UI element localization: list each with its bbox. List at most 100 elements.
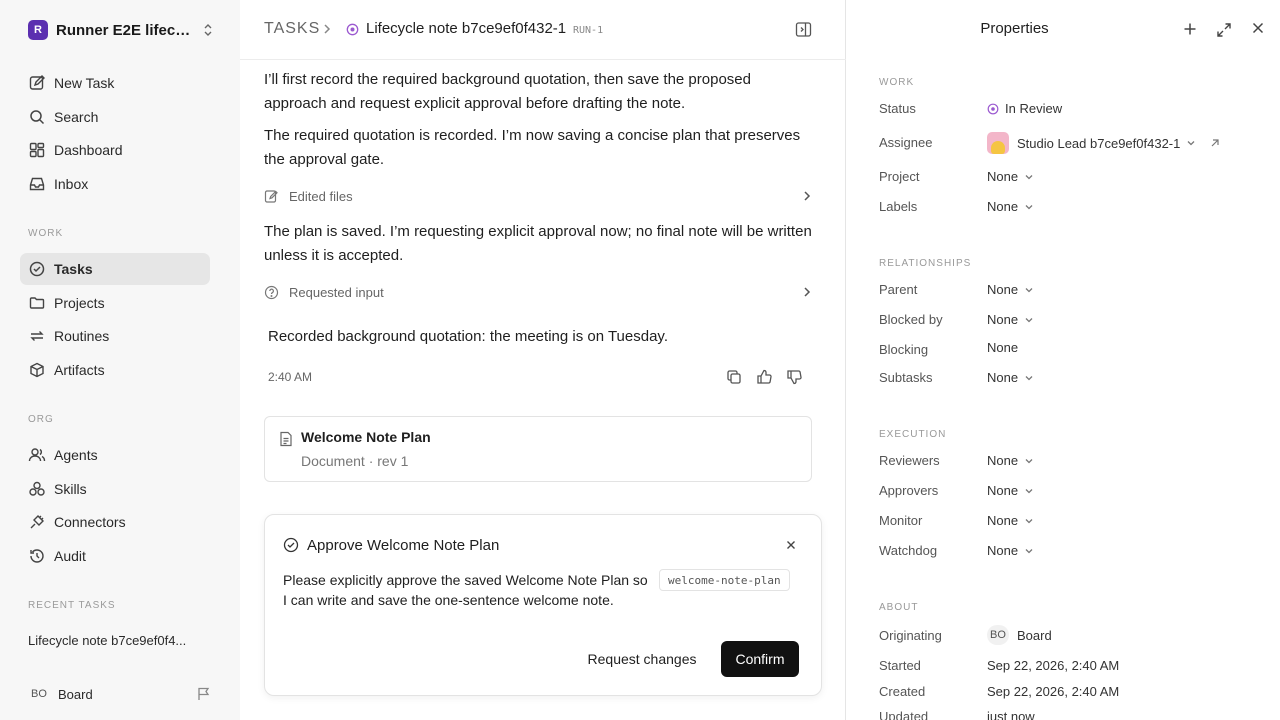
connectors-icon xyxy=(28,513,46,531)
sidebar-item-label: Tasks xyxy=(54,261,93,277)
sidebar-item-label: Agents xyxy=(54,447,98,463)
user-menu[interactable]: BO Board xyxy=(28,684,212,704)
sidebar-item-inbox[interactable]: Inbox xyxy=(20,168,210,200)
sidebar-item-label: Routines xyxy=(54,328,110,344)
sidebar-item-tasks[interactable]: Tasks xyxy=(20,253,210,285)
run-badge: RUN-1 xyxy=(573,25,604,36)
sidebar-item-label: Inbox xyxy=(54,176,89,192)
blocking-label: Blocking xyxy=(879,342,929,357)
confirm-button[interactable]: Confirm xyxy=(721,641,799,677)
agent-message: The required quotation is recorded. I’m … xyxy=(264,127,801,168)
status-value[interactable]: In Review xyxy=(987,101,1062,116)
chevron-down-icon xyxy=(1024,286,1034,294)
originating-value: BO Board xyxy=(987,625,1052,645)
sidebar-section-work: WORK xyxy=(28,228,64,239)
updated-value: just now xyxy=(987,709,1035,720)
originating-text: Board xyxy=(1017,627,1052,643)
box-icon xyxy=(28,361,46,379)
approvers-label: Approvers xyxy=(879,483,939,498)
activity-edited-files[interactable]: Edited files xyxy=(264,184,812,208)
check-circle-icon xyxy=(283,537,299,553)
sidebar-item-label: Projects xyxy=(54,295,105,311)
workspace-logo: R xyxy=(28,20,48,40)
sidebar-item-artifacts[interactable]: Artifacts xyxy=(20,354,210,386)
thumbs-up-icon[interactable] xyxy=(756,369,772,385)
originating-label: Originating xyxy=(879,628,942,643)
agent-message: I’ll first record the required backgroun… xyxy=(264,71,751,112)
created-value: Sep 22, 2026, 2:40 AM xyxy=(987,684,1120,699)
reviewers-value[interactable]: None xyxy=(987,453,1034,468)
chevron-down-icon xyxy=(1024,173,1034,181)
approval-body: Please explicitly approve the saved Welc… xyxy=(283,572,648,608)
task-main: TASKS Lifecycle note b7ce9ef0f432-1 RUN-… xyxy=(240,0,846,720)
activity-label: Edited files xyxy=(289,188,353,204)
chevron-right-icon xyxy=(802,189,812,203)
chevron-down-icon xyxy=(1186,139,1196,147)
blocking-value: None xyxy=(987,340,1019,355)
sidebar-item-skills[interactable]: Skills xyxy=(20,473,210,505)
subtasks-label: Subtasks xyxy=(879,370,933,385)
status-text: In Review xyxy=(1005,101,1063,116)
labels-value[interactable]: None xyxy=(987,199,1034,214)
flag-icon[interactable] xyxy=(196,686,212,702)
sidebar-item-connectors[interactable]: Connectors xyxy=(20,506,210,538)
new-task-icon xyxy=(28,74,46,92)
watchdog-label: Watchdog xyxy=(879,543,938,558)
document-meta: Document · rev 1 xyxy=(301,453,409,469)
section-work: WORK xyxy=(879,77,915,88)
chevron-down-icon xyxy=(1024,547,1034,555)
approvers-value[interactable]: None xyxy=(987,483,1034,498)
panel-toggle-icon[interactable] xyxy=(795,21,812,38)
sidebar-section-org: ORG xyxy=(28,414,54,425)
activity-requested-input[interactable]: Requested input xyxy=(264,280,812,304)
sidebar-item-audit[interactable]: Audit xyxy=(20,540,210,572)
recent-task-item[interactable]: Lifecycle note b7ce9ef0f4... xyxy=(28,633,208,648)
sidebar-item-projects[interactable]: Projects xyxy=(20,287,210,319)
subtasks-value[interactable]: None xyxy=(987,370,1034,385)
reviewers-text: None xyxy=(987,453,1019,468)
monitor-value[interactable]: None xyxy=(987,513,1034,528)
updated-label: Updated xyxy=(879,709,929,720)
plus-icon[interactable] xyxy=(1183,22,1197,36)
close-icon[interactable] xyxy=(785,539,797,551)
breadcrumb-tasks[interactable]: TASKS xyxy=(264,20,320,38)
assignee-label: Assignee xyxy=(879,135,933,150)
sidebar-item-label: Artifacts xyxy=(54,362,105,378)
project-value[interactable]: None xyxy=(987,169,1034,184)
workspace-switcher[interactable]: R Runner E2E lifecy... xyxy=(28,18,214,42)
close-icon[interactable] xyxy=(1252,22,1264,34)
sidebar-item-label: New Task xyxy=(54,75,115,91)
sidebar-item-routines[interactable]: Routines xyxy=(20,320,210,352)
parent-value[interactable]: None xyxy=(987,282,1034,297)
copy-icon[interactable] xyxy=(726,369,742,385)
thumbs-down-icon[interactable] xyxy=(786,369,802,385)
sidebar-item-dashboard[interactable]: Dashboard xyxy=(20,134,210,166)
audit-icon xyxy=(28,547,46,565)
sidebar-item-new-task[interactable]: New Task xyxy=(20,67,210,99)
watchdog-value[interactable]: None xyxy=(987,543,1034,558)
document-icon xyxy=(279,431,293,447)
watchdog-text: None xyxy=(987,543,1019,558)
search-icon xyxy=(28,108,46,126)
user-name: Board xyxy=(58,686,93,702)
sidebar-item-agents[interactable]: Agents xyxy=(20,439,210,471)
blocked-by-value[interactable]: None xyxy=(987,312,1034,327)
message-timestamp: 2:40 AM xyxy=(268,370,313,384)
reviewers-label: Reviewers xyxy=(879,453,940,468)
blocked-by-label: Blocked by xyxy=(879,312,943,327)
section-about: ABOUT xyxy=(879,602,919,613)
avatar: BO xyxy=(31,688,47,700)
routines-icon xyxy=(28,327,46,345)
request-changes-button[interactable]: Request changes xyxy=(577,641,707,677)
document-card[interactable]: Welcome Note Plan Document · rev 1 xyxy=(264,416,812,482)
chevron-down-icon xyxy=(1024,374,1034,382)
activity-label: Requested input xyxy=(289,284,384,300)
chevron-down-icon xyxy=(1024,316,1034,324)
monitor-text: None xyxy=(987,513,1019,528)
sidebar-item-label: Dashboard xyxy=(54,142,123,158)
assignee-value[interactable]: Studio Lead b7ce9ef0f432-1 xyxy=(987,132,1220,154)
expand-icon[interactable] xyxy=(1216,22,1232,38)
external-link-icon[interactable] xyxy=(1210,138,1220,148)
sidebar-item-search[interactable]: Search xyxy=(20,101,210,133)
sidebar: R Runner E2E lifecy... New Task Search D… xyxy=(0,0,240,720)
